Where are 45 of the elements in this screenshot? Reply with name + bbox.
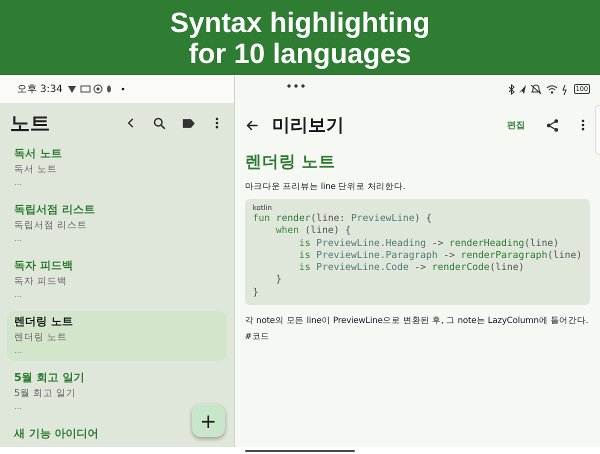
scrollbar[interactable] <box>595 105 600 155</box>
note-item[interactable]: 새 기능 아이디어 <box>7 423 106 447</box>
edit-button[interactable]: 편집 <box>505 116 527 134</box>
note-preview: 독립서점 리스트 <box>14 219 88 233</box>
list-title: 노트 <box>10 110 51 136</box>
note-ellipsis: … <box>14 401 23 413</box>
banner-title: for 10 languages <box>188 38 412 68</box>
share-icon[interactable] <box>545 118 560 132</box>
note-title: 독립서점 리스트 <box>14 202 96 218</box>
paragraph: 마크다운 프리뷰는 line 단위로 처리한다. <box>244 181 406 194</box>
note-preview: 렌더링 노트 <box>14 331 68 345</box>
code-line: fun render(line: PreviewLine) { <box>252 213 433 226</box>
note-preview: 독서 노트 <box>14 163 58 177</box>
code-line: is PreviewLine.Code -> renderCode(line) <box>298 262 526 274</box>
note-item[interactable]: 독서 노트 독서 노트 … <box>7 143 227 193</box>
note-item[interactable]: 독립서점 리스트 독립서점 리스트 … <box>7 199 227 249</box>
status-icons-drawing <box>506 84 569 94</box>
code-line: is PreviewLine.Heading -> renderHeading(line) <box>298 238 560 250</box>
status-time: 오후 3:34 <box>17 83 63 96</box>
add-note-button[interactable]: + <box>192 404 225 437</box>
search-icon[interactable] <box>152 116 167 130</box>
note-item[interactable]: 렌더링 노트 렌더링 노트 … <box>7 311 227 361</box>
paragraph: 각 note의 모든 line이 PreviewLine으로 변환된 후, 그 note는 LazyColumn에 들어간다. <box>244 315 590 328</box>
code-line: is PreviewLine.Paragraph -> renderParagraph(line) <box>298 250 582 262</box>
note-title: 새 기능 아이디어 <box>14 426 99 442</box>
back-arrow-icon[interactable] <box>244 118 260 132</box>
note-preview: 독자 피드백 <box>14 275 68 289</box>
window-dots-icon[interactable] <box>286 84 305 88</box>
note-title: 독자 피드백 <box>14 258 74 274</box>
note-title: 5월 회고 일기 <box>14 370 86 386</box>
note-title: 독서 노트 <box>14 146 63 162</box>
note-ellipsis: … <box>14 177 23 189</box>
hashtag: #코드 <box>244 331 271 344</box>
note-ellipsis: … <box>14 233 23 245</box>
code-line: when (line) { <box>274 225 352 238</box>
banner-title: Syntax highlighting <box>170 6 430 38</box>
note-item[interactable]: 독자 피드백 독자 피드백 … <box>7 255 227 305</box>
note-ellipsis: … <box>14 289 23 301</box>
note-preview: 5월 회고 일기 <box>14 387 78 401</box>
note-title: 렌더링 노트 <box>14 314 74 330</box>
code-line: } <box>274 274 283 287</box>
preview-title: 미리보기 <box>272 114 345 137</box>
note-heading: 렌더링 노트 <box>244 151 336 173</box>
code-line: } <box>252 286 260 300</box>
note-ellipsis: … <box>14 345 23 357</box>
